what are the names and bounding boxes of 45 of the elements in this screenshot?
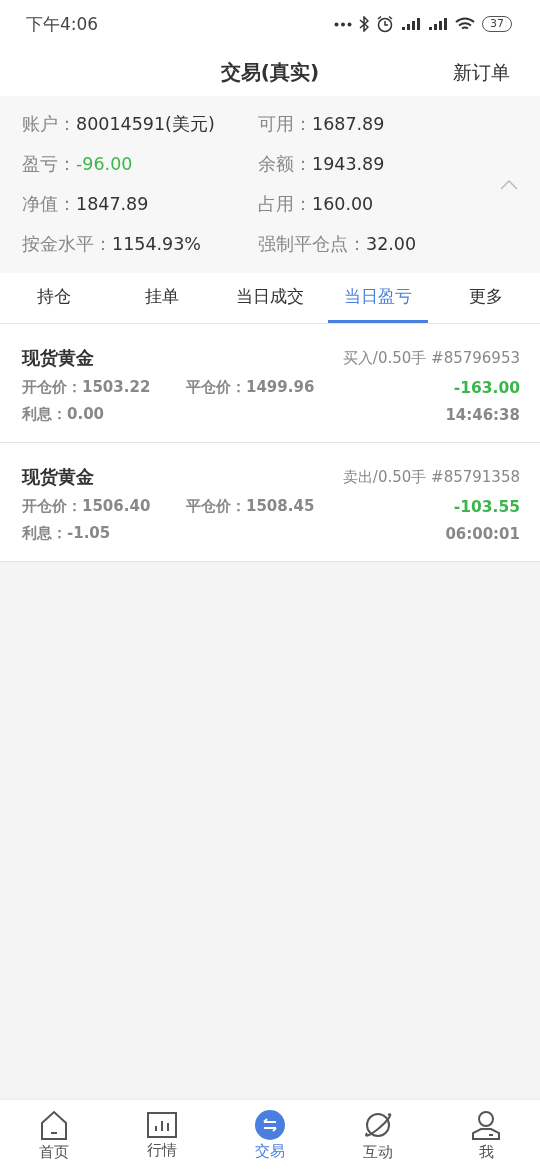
order-time: 06:00:01	[445, 524, 520, 543]
alarm-icon	[376, 15, 394, 33]
nav-item[interactable]: 首页	[0, 1100, 108, 1170]
account-field: 净值：1847.89	[22, 192, 258, 217]
open-price: 开仓价：1503.22	[22, 378, 152, 397]
signal-icon	[401, 17, 421, 31]
nav-item[interactable]: 交易	[216, 1100, 324, 1170]
home-icon	[38, 1108, 70, 1141]
chevron-up-icon[interactable]	[500, 179, 518, 190]
person-icon	[470, 1108, 502, 1141]
signal-icon	[428, 17, 448, 31]
profit-value: -103.55	[453, 497, 520, 516]
account-field: 余额：1943.89	[258, 152, 500, 177]
account-field: 占用：160.00	[258, 192, 500, 217]
account-field: 可用：1687.89	[258, 112, 500, 137]
profit-value: -163.00	[453, 378, 520, 397]
order-time: 14:46:38	[445, 405, 520, 424]
product-name: 现货黄金	[22, 465, 94, 489]
close-price: 平仓价：1499.96	[186, 378, 315, 397]
close-price: 平仓价：1508.45	[186, 497, 315, 516]
interest: 利息：0.00	[22, 405, 104, 424]
product-name: 现货黄金	[22, 346, 94, 370]
tab[interactable]: 更多	[436, 273, 536, 323]
nav-item[interactable]: 行情	[108, 1100, 216, 1170]
tab[interactable]: 持仓	[4, 273, 104, 323]
order-info: 卖出/0.50手 #85791358	[342, 467, 520, 487]
account-field: 盈亏：-96.00	[22, 152, 258, 177]
account-field: 按金水平：1154.93%	[22, 232, 258, 257]
open-price: 开仓价：1506.40	[22, 497, 152, 516]
account-field: 账户：80014591(美元)	[22, 112, 258, 137]
order-info: 买入/0.50手 #85796953	[342, 348, 520, 368]
tab[interactable]: 当日成交	[220, 273, 320, 323]
more-icon	[334, 21, 352, 27]
bluetooth-icon	[359, 16, 369, 32]
page-title: 交易(真实)	[220, 58, 320, 86]
tab[interactable]: 挂单	[112, 273, 212, 323]
status-time: 下午4:06	[26, 12, 99, 36]
nav-item[interactable]: 互动	[324, 1100, 432, 1170]
wifi-icon	[455, 16, 475, 32]
new-order-button[interactable]: 新订单	[451, 58, 512, 88]
nav-item[interactable]: 我	[432, 1100, 540, 1170]
bar-chart-icon	[146, 1110, 178, 1139]
exchange-icon	[255, 1109, 285, 1140]
interest: 利息：-1.05	[22, 524, 111, 543]
account-field: 强制平仓点：32.00	[258, 232, 500, 257]
